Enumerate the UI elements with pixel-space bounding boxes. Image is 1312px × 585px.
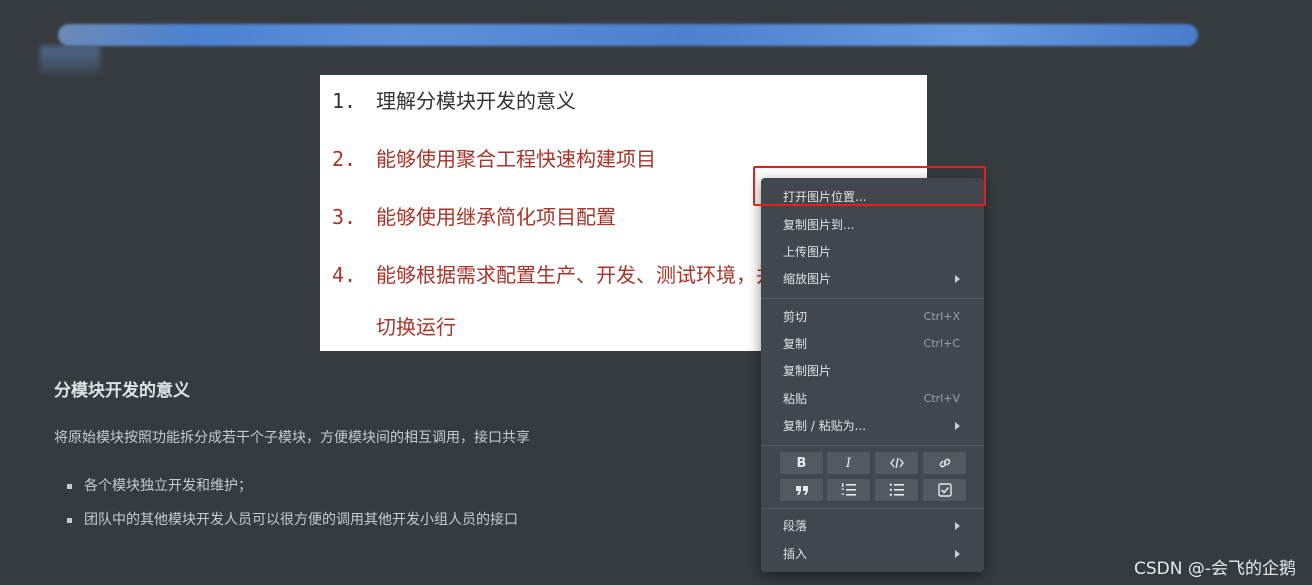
list-item: 团队中的其他模块开发人员可以很方便的调用其他开发小组人员的接口 <box>66 510 518 544</box>
menu-item-copy-image[interactable]: 复制图片 <box>761 358 984 384</box>
menu-item-zoom-image[interactable]: 缩放图片 <box>761 266 984 292</box>
menu-item-copy-paste-as[interactable]: 复制 / 粘贴为... <box>761 413 984 439</box>
menu-item-cut[interactable]: 剪切 Ctrl+X <box>761 304 984 330</box>
blurred-title-bar <box>58 24 1198 46</box>
embedded-list-item: 2. 能够使用聚合工程快速构建项目 <box>332 147 656 171</box>
embedded-list-item: 1. 理解分模块开发的意义 <box>332 89 576 113</box>
section-heading: 分模块开发的意义 <box>54 381 190 401</box>
menu-item-upload-image[interactable]: 上传图片 <box>761 239 984 265</box>
menu-item-copy[interactable]: 复制 Ctrl+C <box>761 331 984 357</box>
unordered-list-icon[interactable] <box>875 479 918 501</box>
list-item: 各个模块独立开发和维护； <box>66 476 518 510</box>
submenu-arrow-icon <box>955 550 960 558</box>
context-menu: 打开图片位置... 复制图片到... 上传图片 缩放图片 剪切 Ctrl+X 复… <box>761 178 984 572</box>
submenu-arrow-icon <box>955 522 960 530</box>
bullet-list: 各个模块独立开发和维护； 团队中的其他模块开发人员可以很方便的调用其他开发小组人… <box>66 476 518 544</box>
italic-icon[interactable]: I <box>827 452 870 474</box>
submenu-arrow-icon <box>955 422 960 430</box>
watermark: CSDN @-会飞的企鹅 <box>1133 559 1296 579</box>
link-icon[interactable] <box>923 452 966 474</box>
embedded-list-item: 3. 能够使用继承简化项目配置 <box>332 205 616 229</box>
highlight-box <box>753 166 986 206</box>
code-icon[interactable] <box>875 452 918 474</box>
menu-item-insert[interactable]: 插入 <box>761 541 984 567</box>
menu-divider <box>761 508 984 509</box>
menu-item-paste[interactable]: 粘贴 Ctrl+V <box>761 386 984 412</box>
submenu-arrow-icon <box>955 275 960 283</box>
paragraph: 将原始模块按照功能拆分成若干个子模块，方便模块间的相互调用，接口共享 <box>54 430 530 446</box>
task-list-icon[interactable] <box>923 479 966 501</box>
blurred-title-fragment <box>40 46 100 74</box>
bold-icon[interactable]: B <box>780 452 823 474</box>
menu-divider <box>761 298 984 299</box>
menu-divider <box>761 445 984 446</box>
menu-item-copy-image-to[interactable]: 复制图片到... <box>761 212 984 238</box>
quote-icon[interactable] <box>780 479 823 501</box>
menu-item-paragraph[interactable]: 段落 <box>761 513 984 539</box>
embedded-list-item-continuation: 切换运行 <box>376 315 456 339</box>
ordered-list-icon[interactable] <box>827 479 870 501</box>
